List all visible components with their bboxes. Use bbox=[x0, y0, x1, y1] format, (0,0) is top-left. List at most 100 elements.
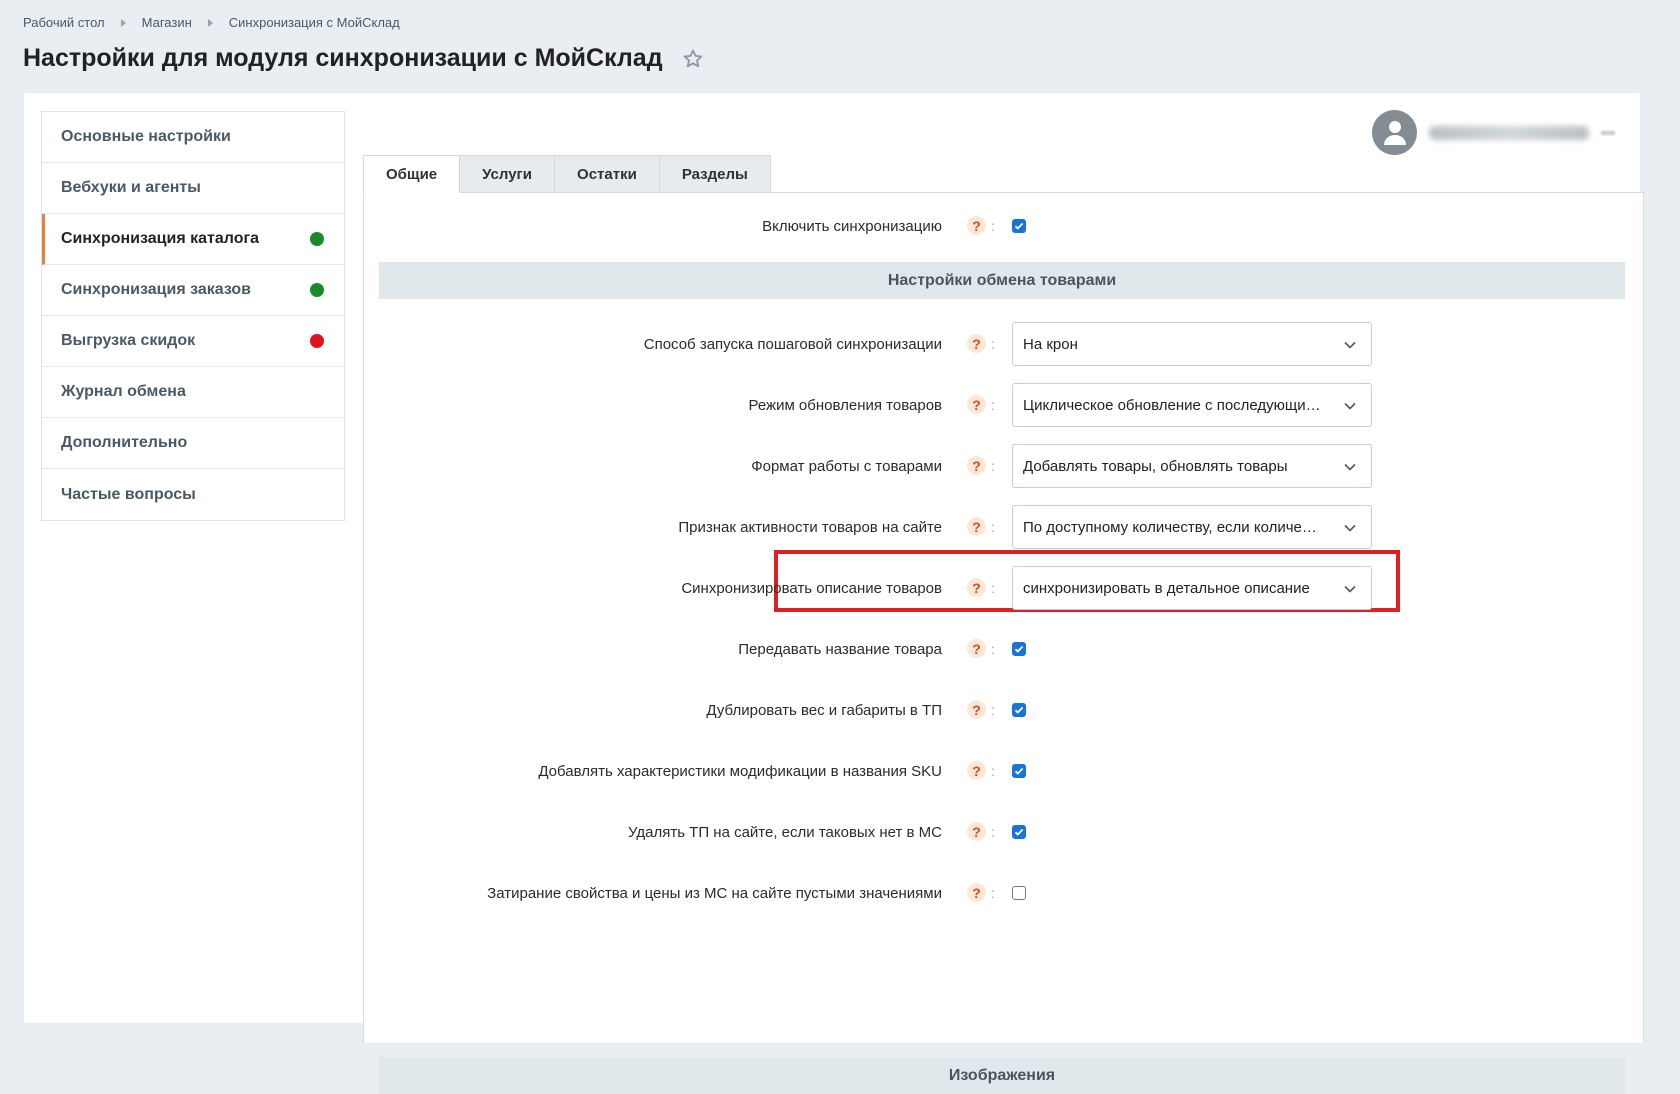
page-title: Настройки для модуля синхронизации с Мой… bbox=[23, 44, 663, 72]
chevron-down-icon[interactable] bbox=[1601, 130, 1615, 135]
help-icon[interactable]: ? bbox=[967, 395, 986, 414]
row-enable-sync: Включить синхронизацию ? : bbox=[364, 204, 1643, 248]
chevron-down-icon bbox=[1344, 402, 1356, 410]
row-activity-sign: Признак активности товаров на сайте ? : … bbox=[364, 505, 1643, 549]
avatar[interactable] bbox=[1372, 110, 1417, 155]
field-label: Дублировать вес и габариты в ТП bbox=[706, 701, 942, 719]
breadcrumb-separator-icon bbox=[120, 18, 126, 27]
help-icon[interactable]: ? bbox=[967, 216, 986, 235]
tab-services[interactable]: Услуги bbox=[460, 155, 556, 193]
colon: : bbox=[991, 702, 995, 718]
sidebar-item-label: Частые вопросы bbox=[61, 485, 196, 503]
activity-sign-select[interactable]: По доступному количеству, если количеств… bbox=[1012, 505, 1372, 549]
pass-name-checkbox[interactable] bbox=[1012, 642, 1026, 656]
help-icon[interactable]: ? bbox=[967, 883, 986, 902]
sidebar-item-label: Вебхуки и агенты bbox=[61, 179, 201, 196]
sidebar-item-catalog-sync[interactable]: Синхронизация каталога bbox=[42, 214, 344, 265]
sidebar-item-faq[interactable]: Частые вопросы bbox=[42, 469, 344, 520]
breadcrumb-current[interactable]: Синхронизация с МойСклад bbox=[229, 15, 400, 30]
star-icon[interactable] bbox=[681, 47, 705, 71]
row-launch-method: Способ запуска пошаговой синхронизации ?… bbox=[364, 322, 1643, 366]
row-duplicate-weight: Дублировать вес и габариты в ТП ? : bbox=[364, 688, 1643, 732]
sidebar-item-basic-settings[interactable]: Основные настройки bbox=[42, 112, 344, 163]
check-icon bbox=[1014, 222, 1024, 230]
tab-stocks[interactable]: Остатки bbox=[555, 155, 660, 193]
field-label: Признак активности товаров на сайте bbox=[678, 518, 942, 536]
sidebar-item-label: Выгрузка скидок bbox=[61, 332, 196, 349]
field-label: Включить синхронизацию bbox=[762, 217, 942, 235]
section-header-images: Изображения bbox=[379, 1057, 1625, 1094]
user-menu[interactable] bbox=[1372, 110, 1615, 155]
field-label: Способ запуска пошаговой синхронизации bbox=[643, 335, 942, 353]
sidebar-item-exchange-log[interactable]: Журнал обмена bbox=[42, 367, 344, 418]
sync-description-select[interactable]: синхронизировать в детальное описание bbox=[1012, 566, 1372, 610]
sidebar-item-additional[interactable]: Дополнительно bbox=[42, 418, 344, 469]
section-header-exchange: Настройки обмена товарами bbox=[379, 262, 1625, 299]
colon: : bbox=[991, 218, 995, 234]
sidebar-item-label: Дополнительно bbox=[61, 434, 188, 451]
chevron-down-icon bbox=[1344, 463, 1356, 471]
add-sku-props-checkbox[interactable] bbox=[1012, 764, 1026, 778]
check-icon bbox=[1014, 706, 1024, 714]
colon: : bbox=[991, 580, 995, 596]
duplicate-weight-checkbox[interactable] bbox=[1012, 703, 1026, 717]
status-dot-green bbox=[310, 283, 324, 297]
field-label: Режим обновления товаров bbox=[748, 396, 942, 414]
select-value: синхронизировать в детальное описание bbox=[1023, 579, 1310, 597]
help-icon[interactable]: ? bbox=[967, 456, 986, 475]
sidebar-item-webhooks[interactable]: Вебхуки и агенты bbox=[42, 163, 344, 214]
select-value: Добавлять товары, обновлять товары bbox=[1023, 457, 1288, 475]
row-update-mode: Режим обновления товаров ? : Циклическое… bbox=[364, 383, 1643, 427]
colon: : bbox=[991, 641, 995, 657]
chevron-down-icon bbox=[1344, 524, 1356, 532]
help-icon[interactable]: ? bbox=[967, 639, 986, 658]
check-icon bbox=[1014, 767, 1024, 775]
select-value: По доступному количеству, если количеств… bbox=[1023, 518, 1323, 536]
breadcrumb-desktop[interactable]: Рабочий стол bbox=[23, 15, 105, 30]
chevron-down-icon bbox=[1344, 585, 1356, 593]
colon: : bbox=[991, 885, 995, 901]
select-value: На крон bbox=[1023, 335, 1078, 353]
user-icon bbox=[1383, 120, 1406, 145]
select-value: Циклическое обновление с последующим про… bbox=[1023, 396, 1323, 414]
field-label: Удалять ТП на сайте, если таковых нет в … bbox=[628, 823, 942, 841]
help-icon[interactable]: ? bbox=[967, 822, 986, 841]
breadcrumb-shop[interactable]: Магазин bbox=[142, 15, 192, 30]
row-delete-tp: Удалять ТП на сайте, если таковых нет в … bbox=[364, 810, 1643, 854]
settings-panel: Включить синхронизацию ? : Настройки обм… bbox=[363, 192, 1644, 1094]
help-icon[interactable]: ? bbox=[967, 517, 986, 536]
colon: : bbox=[991, 397, 995, 413]
help-icon[interactable]: ? bbox=[967, 578, 986, 597]
tab-sections[interactable]: Разделы bbox=[659, 155, 771, 193]
breadcrumb: Рабочий стол Магазин Синхронизация с Мой… bbox=[23, 15, 400, 30]
delete-tp-checkbox[interactable] bbox=[1012, 825, 1026, 839]
sidebar-item-discounts[interactable]: Выгрузка скидок bbox=[42, 316, 344, 367]
launch-method-select[interactable]: На крон bbox=[1012, 322, 1372, 366]
row-overwrite-empty: Затирание свойства и цены из МС на сайте… bbox=[364, 871, 1643, 915]
update-mode-select[interactable]: Циклическое обновление с последующим про… bbox=[1012, 383, 1372, 427]
help-icon[interactable]: ? bbox=[967, 700, 986, 719]
colon: : bbox=[991, 458, 995, 474]
sidebar: Основные настройки Вебхуки и агенты Синх… bbox=[41, 111, 345, 521]
status-dot-red bbox=[310, 334, 324, 348]
tab-bar: Общие Услуги Остатки Разделы bbox=[363, 155, 771, 193]
work-area: Основные настройки Вебхуки и агенты Синх… bbox=[24, 93, 1644, 1094]
tab-general[interactable]: Общие bbox=[363, 155, 461, 193]
help-icon[interactable]: ? bbox=[967, 334, 986, 353]
enable-sync-checkbox[interactable] bbox=[1012, 219, 1026, 233]
check-icon bbox=[1014, 828, 1024, 836]
row-add-sku-props: Добавлять характеристики модификации в н… bbox=[364, 749, 1643, 793]
status-dot-green bbox=[310, 232, 324, 246]
field-label: Передавать название товара bbox=[738, 640, 942, 658]
sidebar-item-label: Синхронизация заказов bbox=[61, 281, 251, 298]
field-label: Добавлять характеристики модификации в н… bbox=[538, 762, 942, 780]
sidebar-item-label: Журнал обмена bbox=[61, 383, 186, 400]
overwrite-empty-checkbox[interactable] bbox=[1012, 886, 1026, 900]
colon: : bbox=[991, 824, 995, 840]
colon: : bbox=[991, 763, 995, 779]
help-icon[interactable]: ? bbox=[967, 761, 986, 780]
row-work-format: Формат работы с товарами ? : Добавлять т… bbox=[364, 444, 1643, 488]
sidebar-item-orders-sync[interactable]: Синхронизация заказов bbox=[42, 265, 344, 316]
work-format-select[interactable]: Добавлять товары, обновлять товары bbox=[1012, 444, 1372, 488]
username-blurred bbox=[1429, 125, 1589, 140]
